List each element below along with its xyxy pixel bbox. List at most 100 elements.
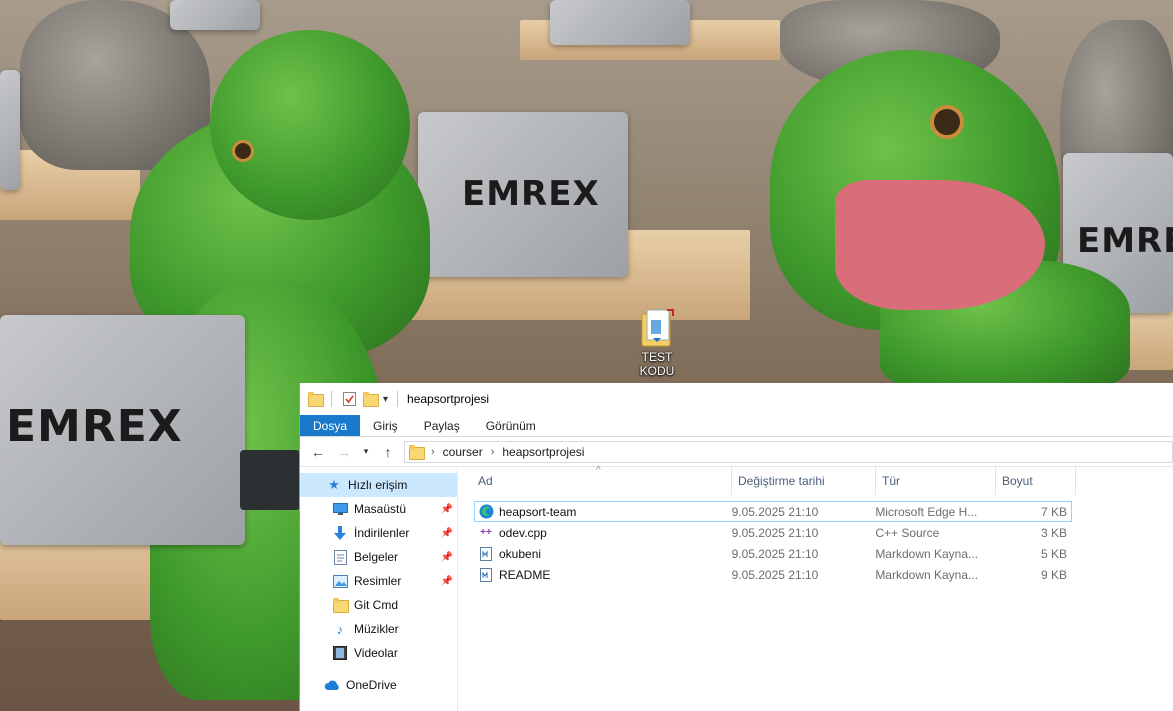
file-modified: 9.05.2025 21:10	[731, 546, 819, 561]
title-bar: ▾ heapsortprojesi	[300, 383, 1173, 415]
music-icon: ♪	[336, 621, 344, 637]
column-headers: ^ Ad Değiştirme tarihi Tür Boyut	[458, 465, 1173, 495]
file-name: odev.cpp	[499, 525, 547, 540]
column-header-type[interactable]: Tür	[876, 467, 996, 495]
file-size: 3 KB	[1040, 525, 1067, 540]
desktop-shortcut-test-kodu[interactable]: TEST KODU	[624, 308, 690, 378]
cpp-file-icon: ++	[480, 527, 492, 538]
column-header-size[interactable]: Boyut	[996, 467, 1076, 495]
properties-check-icon[interactable]	[341, 391, 357, 407]
file-explorer-window: ▾ heapsortprojesi Dosya Giriş Paylaş Gör…	[299, 383, 1173, 711]
explorer-content: ★ Hızlı erişim Masaüstü 📌 İndirilenler 📌…	[300, 465, 1173, 711]
laptop-brand-text: EMREX	[462, 174, 600, 214]
window-folder-icon	[308, 392, 324, 407]
star-icon: ★	[328, 477, 340, 492]
wallpaper-laptop	[170, 0, 260, 30]
toolbar-separator	[397, 391, 399, 407]
breadcrumb-chevron-icon[interactable]: ›	[431, 446, 435, 458]
file-size: 7 KB	[1040, 504, 1067, 519]
file-type: Markdown Kayna...	[875, 546, 979, 561]
path-folder-icon	[409, 444, 425, 460]
video-icon	[332, 645, 348, 661]
sort-ascending-icon: ^	[596, 465, 601, 476]
nav-item-pictures[interactable]: Resimler 📌	[300, 569, 457, 593]
breadcrumb-courser[interactable]: courser	[443, 445, 483, 459]
laptop-brand-text: EMREX	[6, 401, 183, 452]
tab-gorunum[interactable]: Görünüm	[473, 415, 549, 436]
address-path-box[interactable]: › courser › heapsortprojesi	[404, 440, 1173, 463]
wallpaper-dino-frill	[210, 30, 410, 220]
nav-item-desktop[interactable]: Masaüstü 📌	[300, 497, 457, 521]
pin-icon[interactable]: 📌	[441, 528, 453, 539]
pin-icon[interactable]: 📌	[441, 504, 453, 515]
file-size: 9 KB	[1040, 567, 1067, 582]
file-list-pane: ^ Ad Değiştirme tarihi Tür Boyut heapsor…	[458, 465, 1173, 711]
file-row-heapsort-team[interactable]: heapsort-team 9.05.2025 21:10 Microsoft …	[474, 501, 1072, 522]
file-type: Microsoft Edge H...	[875, 504, 978, 519]
tab-paylas[interactable]: Paylaş	[411, 415, 473, 436]
nav-item-label: İndirilenler	[354, 526, 410, 540]
desktop-icon	[332, 501, 348, 517]
nav-item-git-cmd[interactable]: Git Cmd	[300, 593, 457, 617]
breadcrumb-chevron-icon[interactable]: ›	[491, 446, 495, 458]
nav-item-label: Git Cmd	[354, 598, 399, 612]
file-row-odev-cpp[interactable]: ++ odev.cpp 9.05.2025 21:10 C++ Source 3…	[474, 522, 1072, 543]
pin-icon[interactable]: 📌	[441, 576, 453, 587]
nav-item-label: Masaüstü	[354, 502, 407, 516]
customize-toolbar-chevron-icon[interactable]: ▾	[383, 394, 388, 405]
nav-item-music[interactable]: ♪ Müzikler	[300, 617, 457, 641]
file-type: C++ Source	[875, 525, 940, 540]
address-bar: ← → ▾ ↑ › courser › heapsortprojesi	[300, 437, 1173, 467]
markdown-file-icon	[478, 567, 494, 583]
document-icon	[332, 549, 348, 565]
tab-giris[interactable]: Giriş	[360, 415, 411, 436]
folder-shortcut-icon	[639, 308, 675, 348]
pin-icon[interactable]: 📌	[441, 552, 453, 563]
new-folder-icon[interactable]	[363, 392, 379, 407]
wallpaper-laptop-front: EMREX	[0, 315, 245, 545]
desktop-shortcut-label: TEST KODU	[639, 350, 675, 378]
wallpaper-laptop-keyboard	[240, 450, 300, 510]
up-arrow-icon[interactable]: ↑	[378, 444, 398, 460]
file-name-cell: ++ odev.cpp	[475, 525, 732, 541]
file-modified: 9.05.2025 21:10	[731, 567, 819, 582]
folder-icon	[332, 597, 349, 613]
download-icon	[332, 525, 348, 541]
column-header-name[interactable]: Ad	[458, 467, 732, 495]
file-row-readme[interactable]: README 9.05.2025 21:10 Markdown Kayna...…	[474, 564, 1072, 585]
navigation-pane: ★ Hızlı erişim Masaüstü 📌 İndirilenler 📌…	[300, 467, 458, 711]
markdown-file-icon	[478, 546, 494, 562]
breadcrumb-heapsortprojesi[interactable]: heapsortprojesi	[502, 445, 584, 459]
file-name: README	[499, 567, 551, 582]
nav-item-label: Videolar	[354, 646, 398, 660]
wallpaper-laptop	[550, 0, 690, 45]
file-modified: 9.05.2025 21:10	[731, 504, 819, 519]
wallpaper-dino-mouth	[835, 180, 1045, 310]
laptop-brand-text: EMREX	[1077, 221, 1173, 261]
column-header-modified[interactable]: Değiştirme tarihi	[732, 467, 876, 495]
file-name-cell: okubeni	[475, 546, 732, 562]
wallpaper-dino-eye	[232, 140, 254, 162]
nav-item-quick-access[interactable]: ★ Hızlı erişim	[300, 473, 457, 497]
nav-item-label: Resimler	[354, 574, 402, 588]
pictures-icon	[332, 573, 348, 589]
wallpaper-dino-eye	[930, 105, 964, 139]
file-name: heapsort-team	[499, 504, 577, 519]
nav-item-label: Belgeler	[354, 550, 399, 564]
window-title: heapsortprojesi	[407, 392, 490, 406]
file-type: Markdown Kayna...	[875, 567, 979, 582]
nav-item-label: Hızlı erişim	[348, 478, 408, 492]
file-name-cell: heapsort-team	[475, 504, 732, 520]
nav-item-documents[interactable]: Belgeler 📌	[300, 545, 457, 569]
file-row-okubeni[interactable]: okubeni 9.05.2025 21:10 Markdown Kayna..…	[474, 543, 1072, 564]
back-arrow-icon[interactable]: ←	[308, 444, 328, 460]
tab-dosya[interactable]: Dosya	[300, 415, 361, 436]
nav-item-videos[interactable]: Videolar	[300, 641, 457, 665]
forward-arrow-icon[interactable]: →	[334, 444, 354, 460]
recent-locations-chevron-icon[interactable]: ▾	[360, 446, 372, 457]
nav-item-onedrive[interactable]: OneDrive	[300, 673, 457, 697]
edge-icon	[478, 504, 494, 520]
nav-item-downloads[interactable]: İndirilenler 📌	[300, 521, 457, 545]
toolbar-separator	[331, 391, 332, 407]
file-name: okubeni	[499, 546, 542, 561]
